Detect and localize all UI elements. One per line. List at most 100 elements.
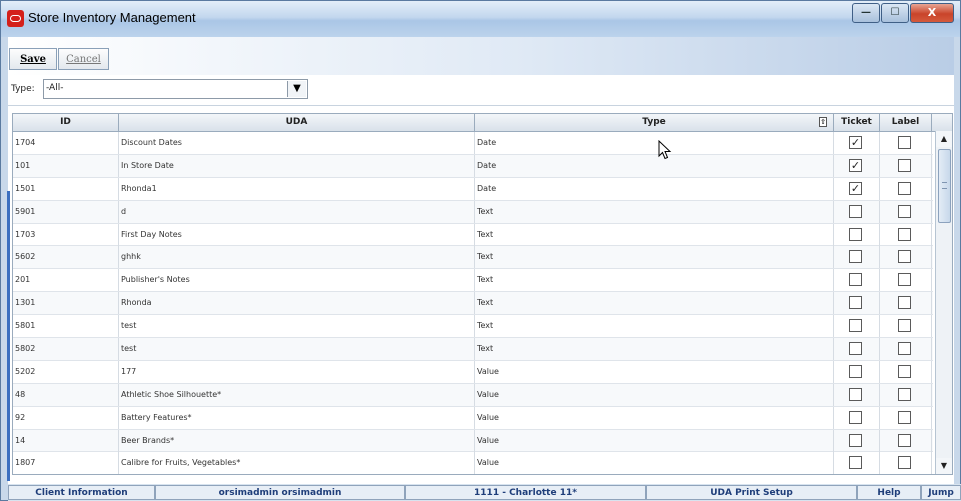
help-button[interactable]: Help [857, 485, 921, 500]
column-header-uda[interactable]: UDA [119, 114, 475, 131]
ticket-checkbox[interactable] [849, 387, 862, 401]
label-checkbox[interactable] [898, 296, 911, 310]
type-filter-select[interactable]: -All- ▼ [43, 79, 308, 99]
ticket-checkbox[interactable] [849, 456, 862, 470]
label-checkbox[interactable] [898, 433, 911, 447]
ticket-checkbox[interactable] [849, 204, 862, 218]
window-title: Store Inventory Management [28, 10, 196, 25]
ticket-checkbox[interactable] [849, 296, 862, 310]
ticket-checkbox[interactable] [849, 319, 862, 333]
dropdown-arrow-icon[interactable]: ▼ [287, 81, 306, 97]
cell-id: 5602 [13, 246, 119, 269]
app-window: Store Inventory Management — ☐ X Save Ca… [0, 0, 961, 501]
ticket-checkbox[interactable]: ✓ [849, 158, 862, 172]
cell-id: 5202 [13, 360, 119, 383]
scroll-up-button[interactable]: ▲ [936, 131, 952, 147]
table-row[interactable]: 48 Athletic Shoe Silhouette* Value [13, 383, 933, 407]
cancel-button-label: Cancel [66, 54, 101, 65]
save-button[interactable]: Save [9, 48, 57, 70]
column-header-id[interactable]: ID [13, 114, 119, 131]
table-row[interactable]: 5602 ghhk Text [13, 246, 933, 270]
table-row[interactable]: 1501 Rhonda1 Date ✓ [13, 177, 933, 201]
cell-ticket [834, 315, 880, 338]
ticket-checkbox[interactable] [849, 433, 862, 447]
table-row[interactable]: 1703 First Day Notes Text [13, 223, 933, 247]
cell-ticket [834, 383, 880, 406]
cell-id: 14 [13, 429, 119, 452]
label-checkbox[interactable] [898, 273, 911, 287]
table-row[interactable]: 5202 177 Value [13, 360, 933, 384]
cell-type: Text [475, 269, 834, 292]
label-checkbox[interactable] [898, 342, 911, 356]
ticket-checkbox[interactable] [849, 364, 862, 378]
cell-ticket: ✓ [834, 132, 880, 154]
table-row[interactable]: 1704 Discount Dates Date ✓ [13, 132, 933, 155]
cell-type: Date [475, 132, 834, 154]
column-header-label[interactable]: Label [880, 114, 932, 131]
mouse-cursor-icon [658, 140, 672, 160]
close-button[interactable]: X [910, 3, 954, 23]
label-checkbox[interactable] [898, 227, 911, 241]
table-row[interactable]: 1807 Calibre for Fruits, Vegetables* Value [13, 452, 933, 474]
cell-label [880, 406, 932, 429]
cell-uda: test [119, 315, 475, 338]
save-button-label: Save [20, 54, 46, 65]
cell-uda: Calibre for Fruits, Vegetables* [119, 452, 475, 474]
minimize-button[interactable]: — [852, 3, 880, 23]
label-checkbox[interactable] [898, 456, 911, 470]
table-row[interactable]: 5801 test Text [13, 315, 933, 339]
ticket-checkbox[interactable] [849, 250, 862, 264]
label-checkbox[interactable] [898, 250, 911, 264]
label-checkbox[interactable] [898, 387, 911, 401]
ticket-checkbox[interactable] [849, 410, 862, 424]
label-checkbox[interactable] [898, 410, 911, 424]
table-row[interactable]: 5802 test Text [13, 338, 933, 361]
cell-id: 1704 [13, 132, 119, 154]
cell-id: 1501 [13, 177, 119, 200]
label-checkbox[interactable] [898, 136, 911, 149]
table-row[interactable]: 5901 d Text [13, 200, 933, 224]
column-header-type[interactable]: Type ⇧ [475, 114, 834, 131]
cell-uda: Rhonda [119, 292, 475, 315]
cell-ticket [834, 452, 880, 474]
cell-label [880, 429, 932, 452]
client-information-button[interactable]: Client Information [8, 485, 155, 500]
jump-button[interactable]: Jump [921, 485, 961, 500]
status-user: orsimadmin orsimadmin [155, 485, 405, 500]
column-header-ticket[interactable]: Ticket [834, 114, 880, 131]
cell-ticket: ✓ [834, 177, 880, 200]
label-checkbox[interactable] [898, 158, 911, 172]
label-checkbox[interactable] [898, 364, 911, 378]
ticket-checkbox[interactable] [849, 342, 862, 356]
cell-label [880, 200, 932, 223]
table-body: 1704 Discount Dates Date ✓ 101 In Store Date D… [13, 132, 933, 474]
sort-icon[interactable]: ⇧ [819, 117, 827, 127]
uda-print-setup-button[interactable]: UDA Print Setup [646, 485, 857, 500]
label-checkbox[interactable] [898, 181, 911, 195]
table-row[interactable]: 1301 Rhonda Text [13, 292, 933, 316]
table-row[interactable]: 92 Battery Features* Value [13, 406, 933, 430]
cell-ticket [834, 360, 880, 383]
label-checkbox[interactable] [898, 204, 911, 218]
table-row[interactable]: 201 Publisher's Notes Text [13, 269, 933, 293]
maximize-button[interactable]: ☐ [881, 3, 909, 23]
ticket-checkbox[interactable] [849, 227, 862, 241]
cell-label [880, 383, 932, 406]
cell-type: Value [475, 383, 834, 406]
cell-type: Text [475, 200, 834, 223]
cell-type: Value [475, 452, 834, 474]
ticket-checkbox[interactable]: ✓ [849, 181, 862, 195]
title-bar[interactable]: Store Inventory Management — ☐ X [1, 1, 960, 37]
scrollbar-thumb[interactable] [938, 149, 951, 223]
ticket-checkbox[interactable]: ✓ [849, 136, 862, 149]
scroll-down-button[interactable]: ▼ [936, 458, 952, 474]
oracle-app-icon [7, 10, 24, 27]
table-row[interactable]: 101 In Store Date Date ✓ [13, 154, 933, 178]
cell-uda: Discount Dates [119, 132, 475, 154]
cell-id: 101 [13, 154, 119, 177]
table-row[interactable]: 14 Beer Brands* Value [13, 429, 933, 453]
cancel-button[interactable]: Cancel [58, 48, 109, 70]
label-checkbox[interactable] [898, 319, 911, 333]
ticket-checkbox[interactable] [849, 273, 862, 287]
vertical-scrollbar[interactable]: ▲ ▼ [935, 131, 952, 474]
